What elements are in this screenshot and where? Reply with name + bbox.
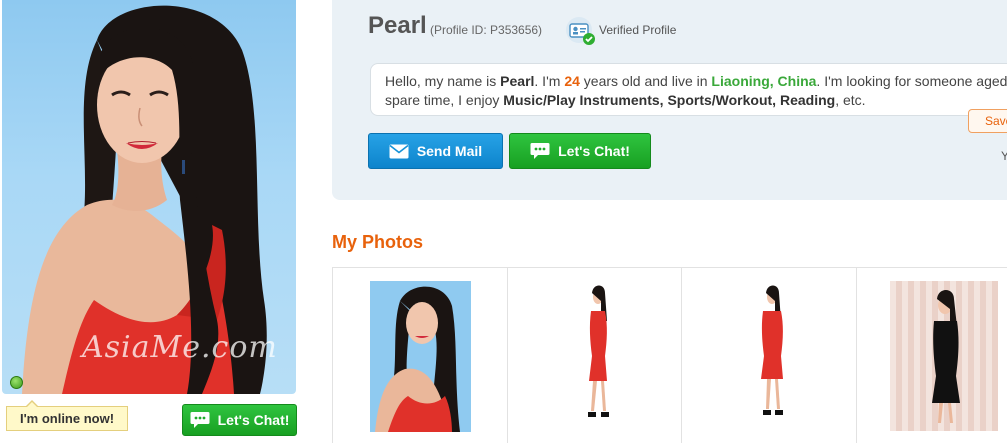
lets-chat-side-label: Let's Chat!	[217, 412, 290, 428]
watermark-text: AsiaMe.com	[82, 330, 278, 365]
chat-bubble-icon	[530, 143, 550, 159]
main-profile-photo[interactable]: AsiaMe.com	[2, 0, 296, 394]
photo-image	[375, 286, 460, 432]
lets-chat-label: Let's Chat!	[558, 143, 630, 159]
bio-age: 24	[564, 73, 580, 89]
verified-profile-label: Verified Profile	[599, 23, 677, 37]
partial-text: Y	[1001, 149, 1007, 163]
profile-name: Pearl	[368, 12, 427, 39]
photo-cell[interactable]	[682, 268, 857, 443]
bio-name: Pearl	[500, 73, 535, 89]
photo-thumbnail[interactable]	[889, 281, 998, 431]
photo-gallery	[332, 267, 1007, 443]
lets-chat-side-button[interactable]: Let's Chat!	[182, 404, 297, 436]
profile-page: AsiaMe.com I'm online now! Let's Chat! P…	[0, 0, 1007, 443]
my-photos-heading: My Photos	[332, 232, 424, 252]
bio-location: Liaoning, China	[711, 73, 817, 89]
bio-interests: Music/Play Instruments, Sports/Workout, …	[503, 92, 836, 108]
verified-id-card-icon	[566, 17, 595, 45]
online-now-text: I'm online now!	[19, 411, 115, 426]
online-status-dot	[10, 376, 23, 389]
envelope-icon	[389, 144, 409, 158]
chat-bubble-icon	[190, 412, 210, 428]
bio-line-1: Hello, my name is Pearl. I'm 24 years ol…	[385, 73, 1007, 89]
photo-thumbnail[interactable]	[370, 281, 471, 432]
photo-image	[587, 285, 609, 417]
photo-thumbnail[interactable]	[542, 281, 648, 431]
send-mail-button[interactable]: Send Mail	[368, 133, 503, 169]
photo-cell[interactable]	[507, 268, 682, 443]
bio-text-box: Hello, my name is Pearl. I'm 24 years ol…	[370, 63, 1007, 116]
photo-image	[761, 285, 783, 415]
send-mail-label: Send Mail	[416, 143, 483, 159]
photo-cell[interactable]	[856, 268, 1007, 443]
lets-chat-button[interactable]: Let's Chat!	[509, 133, 651, 169]
profile-id: (Profile ID: P353656)	[430, 23, 543, 37]
photo-image	[931, 290, 960, 423]
save-button[interactable]: Save	[968, 109, 1007, 133]
photo-thumbnail[interactable]	[717, 281, 822, 431]
online-now-tooltip: I'm online now!	[6, 400, 128, 431]
bio-line-2: spare time, I enjoy Music/Play Instrumen…	[385, 92, 866, 108]
photo-cell[interactable]	[333, 268, 508, 443]
